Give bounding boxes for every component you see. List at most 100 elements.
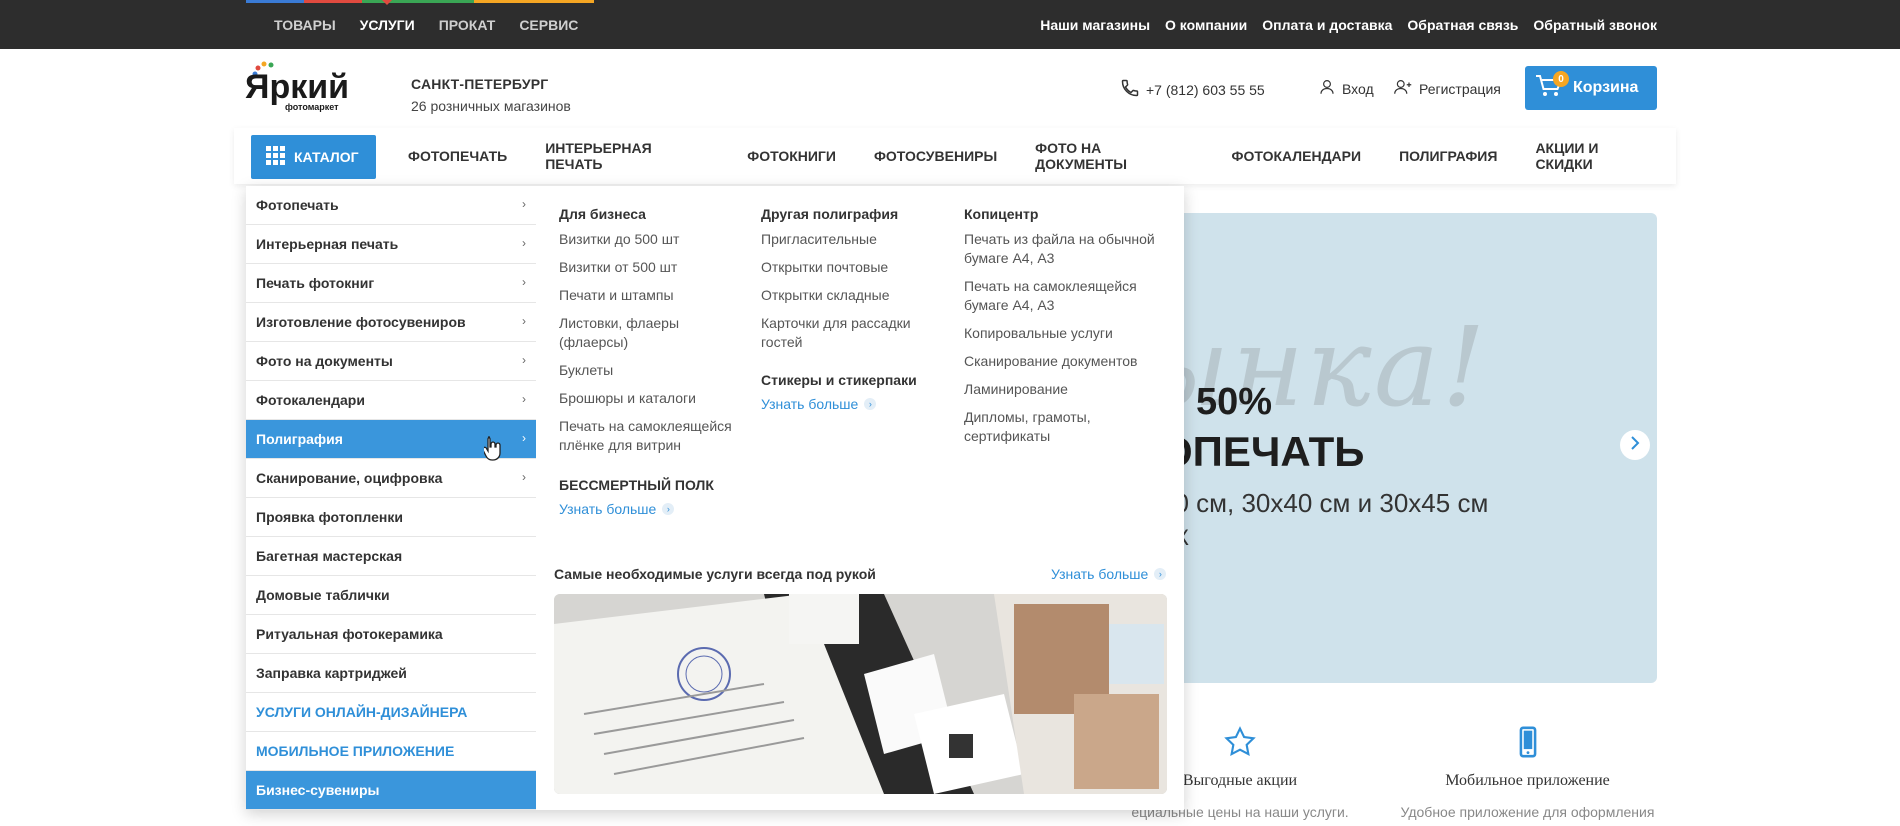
- chevron-right-icon: ›: [522, 353, 526, 367]
- category-house-plates[interactable]: Домовые таблички: [246, 576, 536, 615]
- hero-sizes: 30 см, 30x40 см и 30x45 см: [1160, 488, 1489, 518]
- category-business-souvenirs[interactable]: Бизнес-сувениры: [246, 771, 536, 810]
- category-framing[interactable]: Багетная мастерская: [246, 537, 536, 576]
- hero-banner[interactable]: ынка! 50% ОПЕЧАТЬ 30 см, 30x40 см и 30x4…: [1140, 213, 1657, 683]
- immortal-regiment-more[interactable]: Узнать больше ›: [559, 501, 749, 517]
- stickers-more-label: Узнать больше: [761, 396, 859, 412]
- menu-link-window-film[interactable]: Печать на самоклеящейся плёнке для витри…: [559, 417, 749, 455]
- hand-cursor-icon: [482, 435, 504, 466]
- link-feedback[interactable]: Обратная связь: [1407, 17, 1518, 33]
- smartphone-icon: [1511, 726, 1545, 763]
- top-nav-services[interactable]: УСЛУГИ: [348, 0, 427, 49]
- category-photoprint[interactable]: Фотопечать ›: [246, 186, 536, 225]
- phone-number[interactable]: +7 (812) 603 55 55: [1146, 82, 1265, 98]
- nav-photosouvenirs[interactable]: ФОТОСУВЕНИРЫ: [855, 148, 1016, 164]
- menu-link-brochures[interactable]: Брошюры и каталоги: [559, 389, 749, 408]
- category-online-designer[interactable]: УСЛУГИ ОНЛАЙН-ДИЗАЙНЕРА: [246, 693, 536, 732]
- category-label: Изготовление фотосувениров: [256, 314, 466, 330]
- category-mobile-app[interactable]: МОБИЛЬНОЕ ПРИЛОЖЕНИЕ: [246, 732, 536, 771]
- column-business-title[interactable]: Для бизнеса: [559, 206, 749, 222]
- category-photocalendars[interactable]: Фотокалендари ›: [246, 381, 536, 420]
- catalog-button[interactable]: КАТАЛОГ: [251, 135, 376, 179]
- menu-link-print-plain[interactable]: Печать из файла на обычной бумаге А4, А3: [964, 230, 1159, 268]
- category-ritual-ceramics[interactable]: Ритуальная фотокерамика: [246, 615, 536, 654]
- menu-link-booklets[interactable]: Буклеты: [559, 361, 749, 380]
- menu-link-copying[interactable]: Копировальные услуги: [964, 324, 1159, 343]
- category-label: Полиграфия: [256, 431, 343, 447]
- category-label: Бизнес-сувениры: [256, 782, 380, 798]
- login-link[interactable]: Вход: [1318, 78, 1374, 99]
- star-icon: [1223, 726, 1257, 763]
- column-other-polygraphy-title[interactable]: Другая полиграфия: [761, 206, 951, 222]
- cart-label: Корзина: [1573, 79, 1639, 96]
- menu-link-stamps[interactable]: Печати и штампы: [559, 286, 749, 305]
- top-links: Наши магазины О компании Оплата и достав…: [1040, 0, 1657, 49]
- register-label[interactable]: Регистрация: [1419, 81, 1501, 97]
- menu-link-folded-cards[interactable]: Открытки складные: [761, 286, 951, 305]
- nav-interior-print[interactable]: ИНТЕРЬЕРНАЯ ПЕЧАТЬ: [526, 140, 728, 172]
- promo-image[interactable]: [554, 594, 1167, 794]
- top-nav-rental[interactable]: ПРОКАТ: [427, 0, 508, 49]
- login-label[interactable]: Вход: [1342, 81, 1374, 97]
- cart-button[interactable]: 0 Корзина: [1525, 66, 1657, 110]
- nav-promotions[interactable]: АКЦИИ И СКИДКИ: [1516, 140, 1676, 172]
- stickers-more[interactable]: Узнать больше ›: [761, 396, 951, 412]
- stickers-title[interactable]: Стикеры и стикерпаки: [761, 372, 951, 388]
- nav-photoprint[interactable]: ФОТОПЕЧАТЬ: [389, 148, 526, 164]
- chevron-right-icon: ›: [522, 314, 526, 328]
- immortal-regiment-title[interactable]: БЕССМЕРТНЫЙ ПОЛК: [559, 477, 749, 493]
- category-label: Фотокалендари: [256, 392, 365, 408]
- nav-document-photo[interactable]: ФОТО НА ДОКУМЕНТЫ: [1016, 140, 1212, 172]
- column-copy-center-title[interactable]: Копицентр: [964, 206, 1159, 222]
- category-label: Багетная мастерская: [256, 548, 403, 564]
- top-nav-goods[interactable]: ТОВАРЫ: [262, 0, 348, 49]
- category-label: Сканирование, оцифровка: [256, 470, 443, 486]
- top-nav-service[interactable]: СЕРВИС: [507, 0, 590, 49]
- category-photosouvenirs[interactable]: Изготовление фотосувениров ›: [246, 303, 536, 342]
- link-payment-delivery[interactable]: Оплата и доставка: [1262, 17, 1392, 33]
- nav-photocalendars[interactable]: ФОТОКАЛЕНДАРИ: [1213, 148, 1381, 164]
- menu-link-scanning[interactable]: Сканирование документов: [964, 352, 1159, 371]
- category-document-photo[interactable]: Фото на документы ›: [246, 342, 536, 381]
- chevron-right-icon: ›: [522, 236, 526, 250]
- category-cartridge-refill[interactable]: Заправка картриджей: [246, 654, 536, 693]
- promo-more-link[interactable]: Узнать больше ›: [1051, 566, 1167, 582]
- promo-title: Самые необходимые услуги всегда под руко…: [554, 566, 876, 582]
- category-label: УСЛУГИ ОНЛАЙН-ДИЗАЙНЕРА: [256, 704, 468, 720]
- menu-link-print-adhesive[interactable]: Печать на самоклеящейся бумаге А4, А3: [964, 277, 1159, 315]
- register-link[interactable]: Регистрация: [1393, 78, 1501, 99]
- menu-link-seating-cards[interactable]: Карточки для рассадки гостей: [761, 314, 951, 352]
- menu-link-business-cards-small[interactable]: Визитки до 500 шт: [559, 230, 749, 249]
- city-name[interactable]: САНКТ-ПЕТЕРБУРГ: [411, 76, 571, 92]
- menu-link-diplomas[interactable]: Дипломы, грамоты, сертификаты: [964, 408, 1159, 446]
- category-photobooks[interactable]: Печать фотокниг ›: [246, 264, 536, 303]
- hero-title: ОПЕЧАТЬ: [1160, 428, 1365, 475]
- link-callback[interactable]: Обратный звонок: [1533, 17, 1657, 33]
- nav-photobooks[interactable]: ФОТОКНИГИ: [728, 148, 855, 164]
- link-about[interactable]: О компании: [1165, 17, 1247, 33]
- nav-polygraphy[interactable]: ПОЛИГРАФИЯ: [1380, 148, 1516, 164]
- chevron-right-icon: ›: [522, 470, 526, 484]
- menu-link-lamination[interactable]: Ламинирование: [964, 380, 1159, 399]
- phone[interactable]: +7 (812) 603 55 55: [1120, 78, 1265, 101]
- menu-link-postcards[interactable]: Открытки почтовые: [761, 258, 951, 277]
- category-label: Фото на документы: [256, 353, 393, 369]
- add-user-icon: [1393, 78, 1413, 99]
- hero-discount: 50%: [1196, 381, 1273, 423]
- link-our-stores[interactable]: Наши магазины: [1040, 17, 1150, 33]
- column-other-polygraphy: Другая полиграфия Пригласительные Открыт…: [761, 206, 951, 412]
- chevron-right-icon: ›: [522, 392, 526, 406]
- menu-link-flyers[interactable]: Листовки, флаеры (флаерсы): [559, 314, 749, 352]
- top-nav: ТОВАРЫ УСЛУГИ ПРОКАТ СЕРВИС: [262, 0, 590, 49]
- menu-link-business-cards-large[interactable]: Визитки от 500 шт: [559, 258, 749, 277]
- hero-next-button[interactable]: [1620, 430, 1650, 460]
- chevron-right-icon: ›: [864, 398, 877, 410]
- city-selector[interactable]: САНКТ-ПЕТЕРБУРГ 26 розничных магазинов: [411, 76, 571, 114]
- phone-icon: [1120, 78, 1140, 101]
- category-film-developing[interactable]: Проявка фотопленки: [246, 498, 536, 537]
- category-label: Фотопечать: [256, 197, 339, 213]
- category-interior-print[interactable]: Интерьерная печать ›: [246, 225, 536, 264]
- stores-count: 26 розничных магазинов: [411, 98, 571, 114]
- logo[interactable]: Яркий фотомаркет: [245, 60, 350, 116]
- menu-link-invitations[interactable]: Пригласительные: [761, 230, 951, 249]
